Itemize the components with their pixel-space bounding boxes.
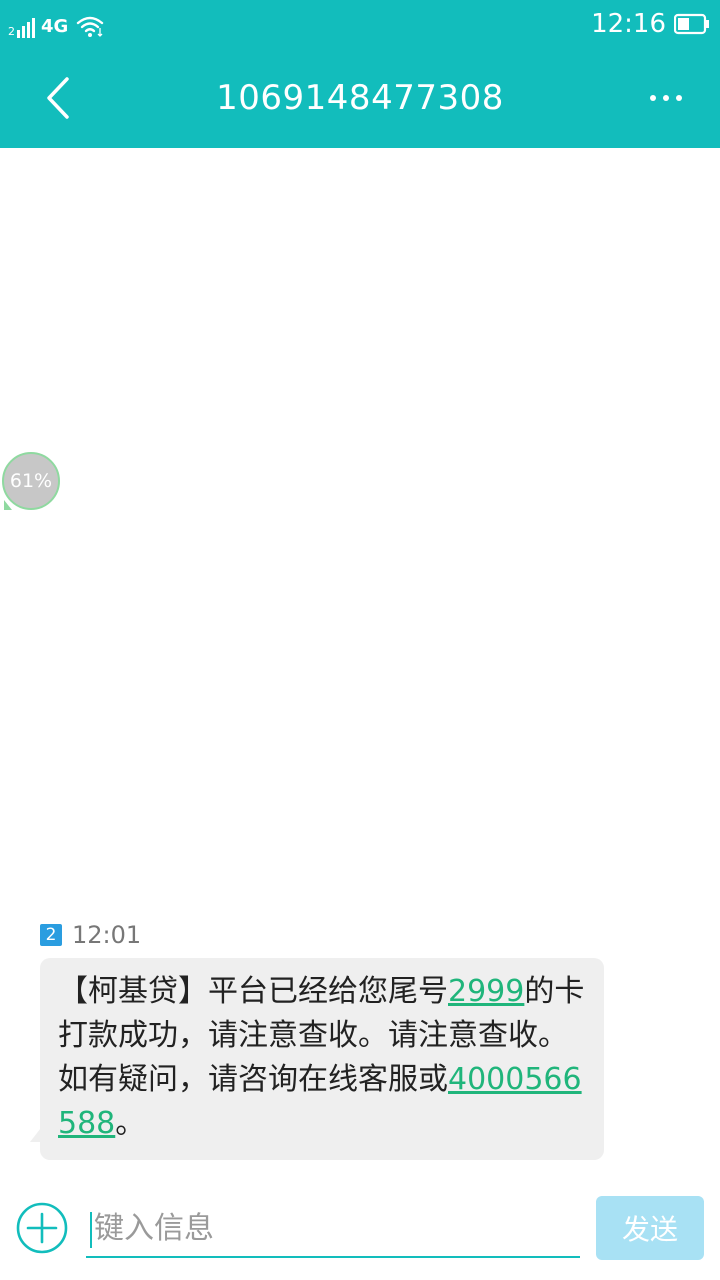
- status-bar: 2 4G 12:16: [0, 0, 720, 48]
- message-bubble[interactable]: 【柯基贷】平台已经给您尾号2999的卡打款成功，请注意查收。请注意查收。如有疑问…: [40, 958, 604, 1160]
- app-header: 2 4G 12:16 1069148477308: [0, 0, 720, 148]
- sim-badge: 2: [40, 924, 62, 946]
- status-time: 12:16: [591, 9, 666, 39]
- card-number-link[interactable]: 2999: [448, 974, 524, 1009]
- message-text-part: 。: [115, 1106, 146, 1141]
- message-input-wrapper: [86, 1204, 580, 1258]
- signal-icon: [17, 16, 35, 38]
- message-text-part: 【柯基贷】平台已经给您尾号: [58, 974, 448, 1009]
- wifi-icon: [77, 16, 104, 37]
- network-type-label: 4G: [41, 16, 69, 37]
- text-caret: [90, 1212, 92, 1248]
- battery-icon: [674, 13, 709, 35]
- message-time: 12:01: [72, 921, 142, 949]
- add-attachment-button[interactable]: [16, 1202, 68, 1254]
- send-button[interactable]: 发送: [596, 1196, 704, 1260]
- sms-conversation-screen: 2 4G 12:16 1069148477308 61% 2 12:01 【柯基…: [0, 0, 720, 1280]
- title-bar: 1069148477308: [0, 48, 720, 148]
- signal-group: 2 4G: [8, 10, 104, 38]
- sim-slot-label: 2: [8, 25, 15, 38]
- message-meta: 2 12:01: [40, 920, 141, 950]
- more-dots-icon: [650, 95, 656, 101]
- floating-memory-ball[interactable]: 61%: [2, 452, 60, 510]
- conversation-title: 1069148477308: [216, 78, 504, 118]
- more-options-button[interactable]: [638, 74, 694, 122]
- message-input[interactable]: [86, 1204, 580, 1252]
